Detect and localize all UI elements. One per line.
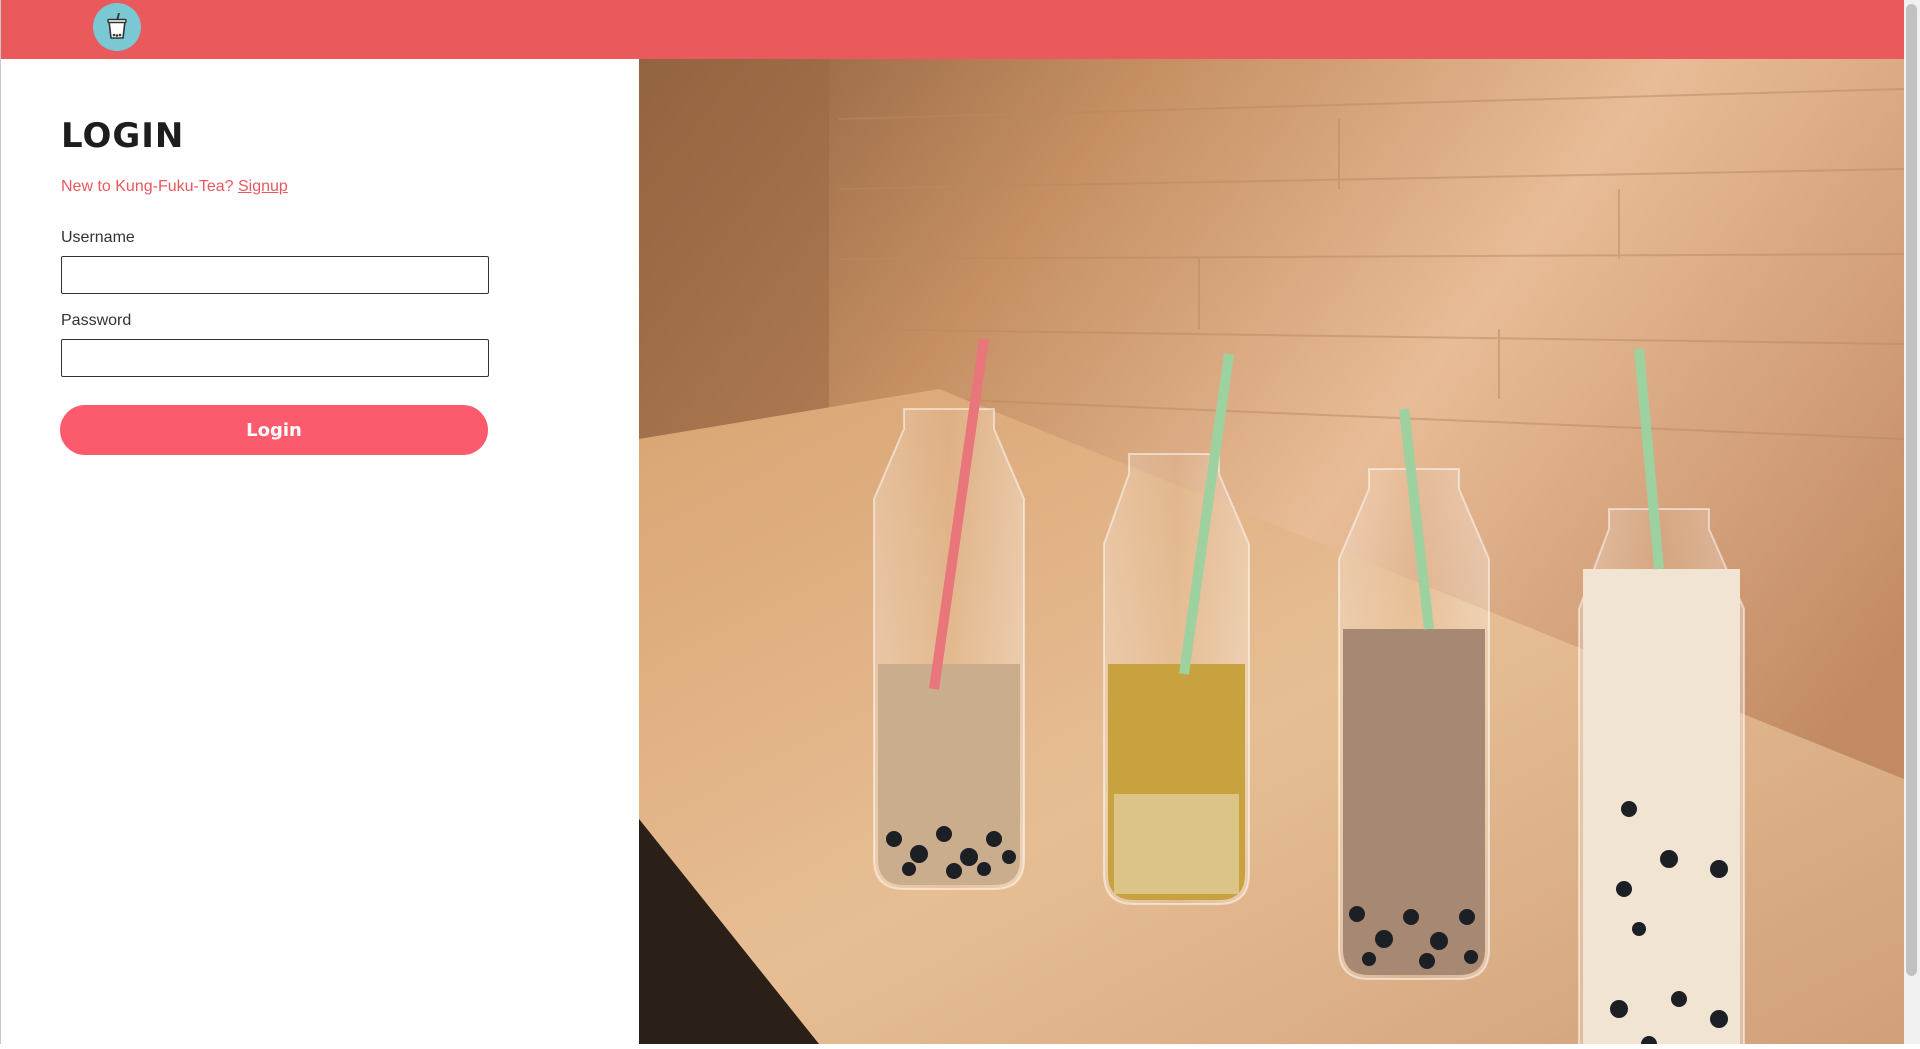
login-title: LOGIN <box>61 116 185 156</box>
password-input[interactable] <box>61 339 489 377</box>
login-button[interactable]: Login <box>60 405 488 455</box>
scrollbar-thumb[interactable] <box>1906 4 1917 976</box>
bubble-tea-bottles-photo <box>639 59 1905 1049</box>
signup-prompt: New to Kung-Fuku-Tea? Signup <box>61 178 288 196</box>
username-label: Username <box>61 229 135 246</box>
signup-prompt-text: New to Kung-Fuku-Tea? <box>61 178 234 195</box>
top-navbar <box>1 0 1904 59</box>
bubble-tea-logo-icon[interactable] <box>93 3 141 51</box>
password-label: Password <box>61 312 132 329</box>
signup-link[interactable]: Signup <box>238 178 288 195</box>
username-input[interactable] <box>61 256 489 294</box>
login-panel <box>1 59 639 1044</box>
